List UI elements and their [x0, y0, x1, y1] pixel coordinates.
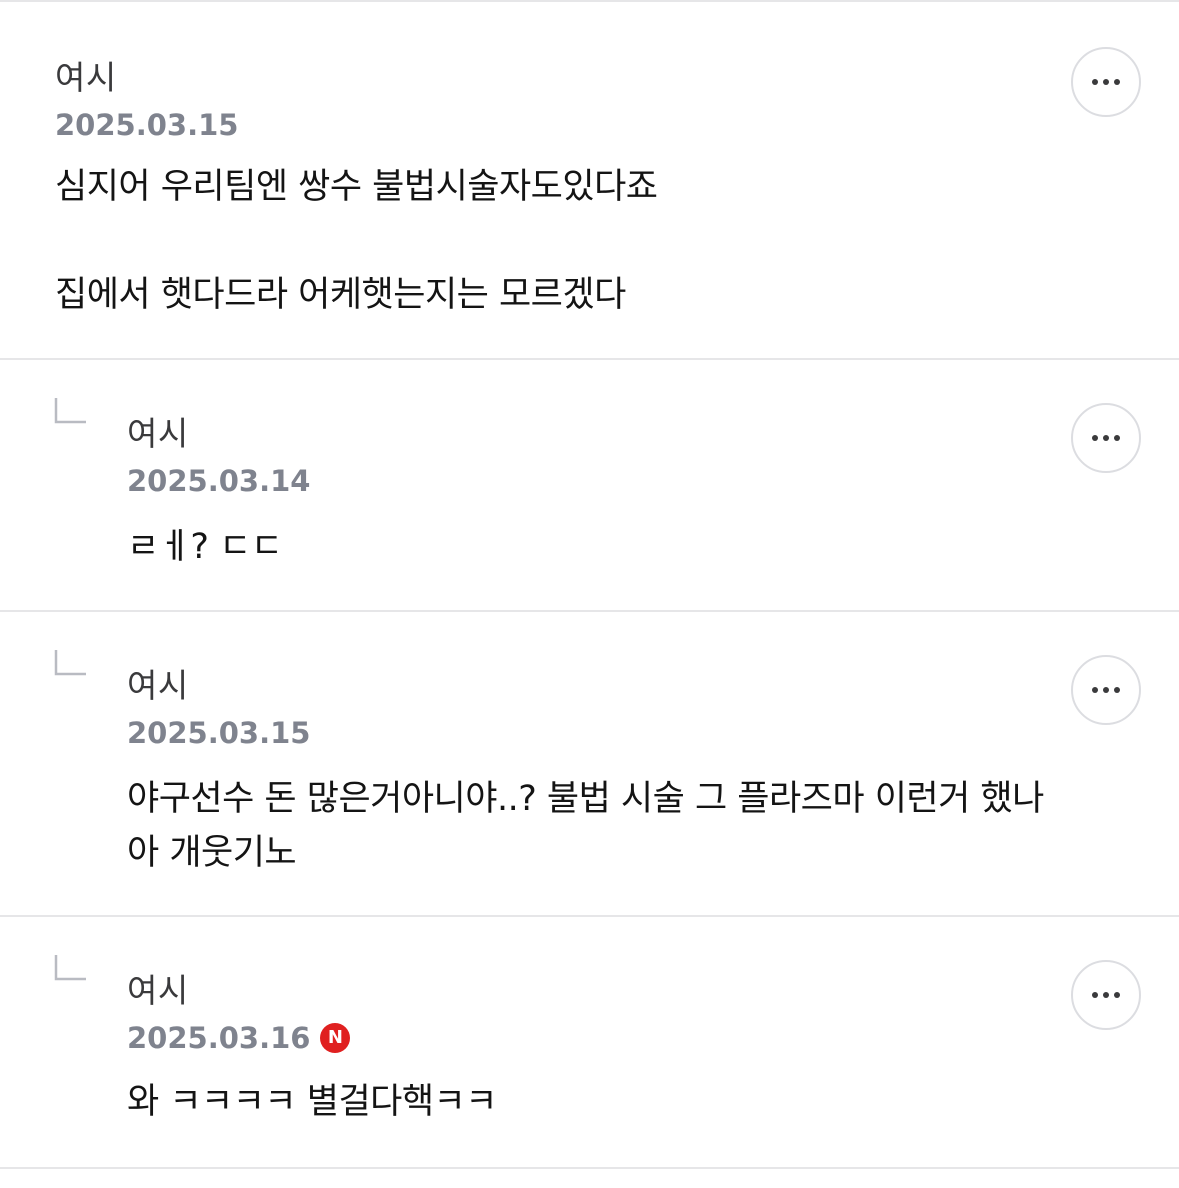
more-options-button[interactable]: [1071, 960, 1141, 1030]
ellipsis-icon: [1092, 435, 1120, 441]
comment-date-text: 2025.03.15: [55, 108, 239, 142]
reply-item: 여시 2025.03.16 N 와 ㅋㅋㅋㅋ 별걸다핵ㅋㅋ: [0, 917, 1179, 1169]
comment-author[interactable]: 여시: [55, 58, 117, 98]
comment-body: ㄹㅔ? ㄷㄷ: [127, 527, 283, 567]
comment-author[interactable]: 여시: [127, 971, 189, 1011]
reply-arrow-icon: [54, 955, 86, 981]
more-options-button[interactable]: [1071, 47, 1141, 117]
ellipsis-icon: [1092, 79, 1120, 85]
comment-author[interactable]: 여시: [127, 666, 189, 706]
comment-date-text: 2025.03.15: [127, 716, 311, 750]
comment-date: 2025.03.15: [55, 107, 238, 143]
ellipsis-icon: [1092, 687, 1120, 693]
comment-date: 2025.03.15: [127, 715, 310, 751]
more-options-button[interactable]: [1071, 403, 1141, 473]
comment-date: 2025.03.16 N: [127, 1020, 351, 1056]
comment-body: 야구선수 돈 많은거아니야..? 불법 시술 그 플라즈마 이런거 했나 아 개…: [127, 779, 1044, 873]
reply-arrow-icon: [54, 650, 86, 676]
comment-date-text: 2025.03.16: [127, 1021, 311, 1055]
comment-date-text: 2025.03.14: [127, 464, 311, 498]
comment-body: 심지어 우리팀엔 쌍수 불법시술자도있다죠 집에서 햇다드라 어케햇는지는 모르…: [55, 167, 658, 315]
comment-date: 2025.03.14: [127, 463, 310, 499]
more-options-button[interactable]: [1071, 655, 1141, 725]
comment-body: 와 ㅋㅋㅋㅋ 별걸다핵ㅋㅋ: [127, 1082, 497, 1122]
reply-item: 여시 2025.03.15 야구선수 돈 많은거아니야..? 불법 시술 그 플…: [0, 612, 1179, 917]
reply-item: 여시 2025.03.14 ㄹㅔ? ㄷㄷ: [0, 360, 1179, 612]
new-badge: N: [320, 1023, 351, 1053]
reply-arrow-icon: [54, 398, 86, 424]
ellipsis-icon: [1092, 992, 1120, 998]
comment-item: 여시 2025.03.15 심지어 우리팀엔 쌍수 불법시술자도있다죠 집에서 …: [0, 2, 1179, 360]
comment-author[interactable]: 여시: [127, 414, 189, 454]
